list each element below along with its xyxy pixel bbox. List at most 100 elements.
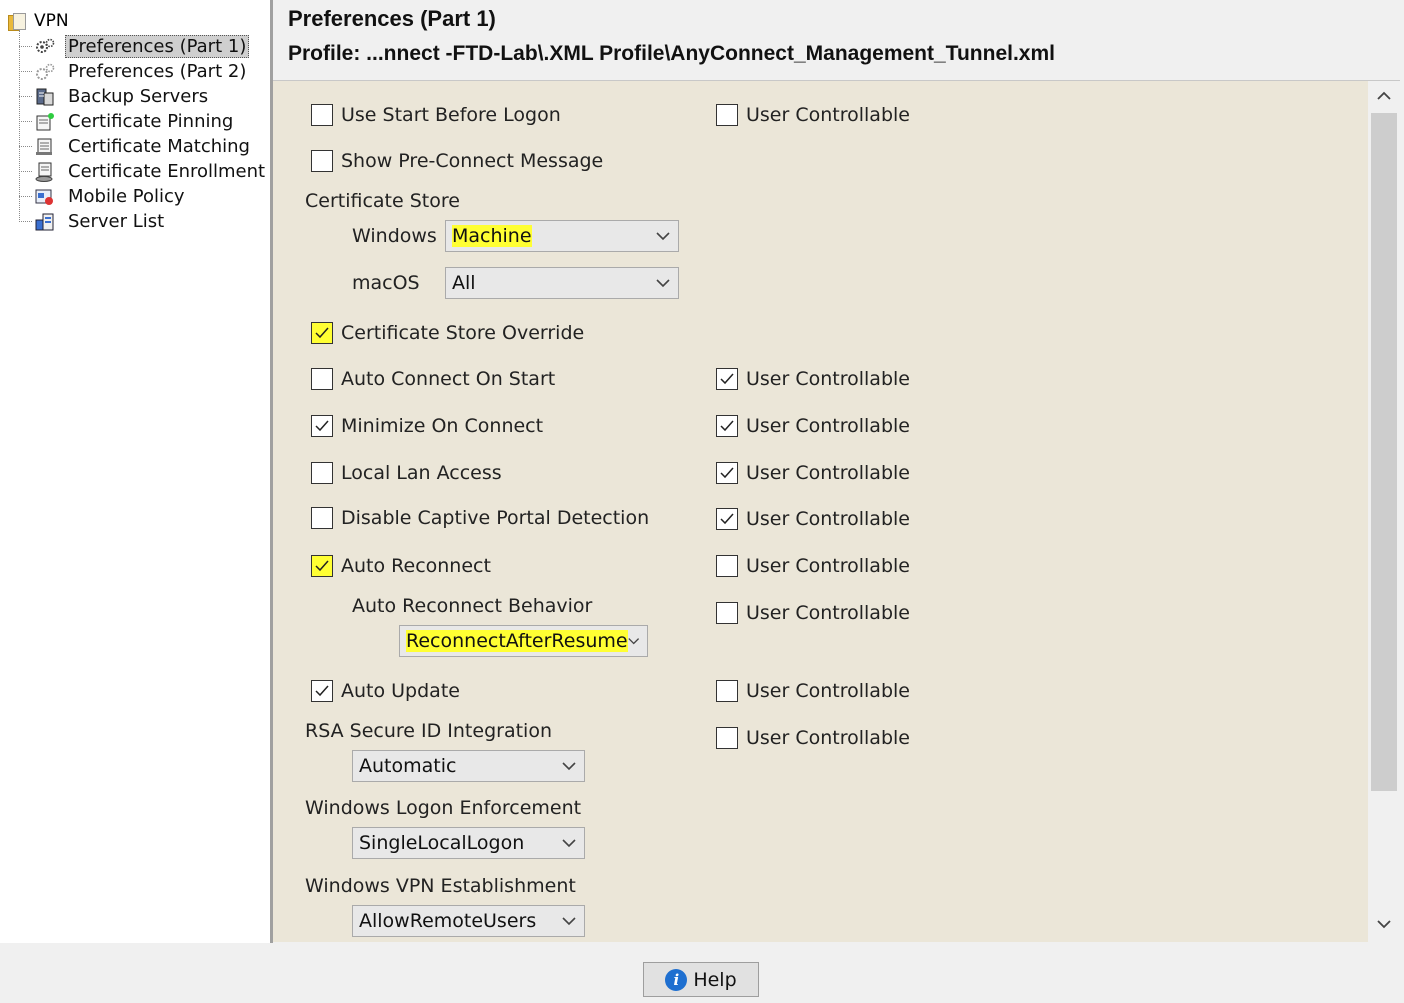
rsa-secure-id-select[interactable]: Automatic — [352, 750, 585, 782]
mobile-policy-icon — [34, 186, 56, 208]
page-header: Preferences (Part 1) Profile: ...nnect -… — [273, 0, 1400, 81]
windows-logon-enforcement-label: Windows Logon Enforcement — [305, 797, 582, 819]
auto-reconnect-label: Auto Reconnect — [341, 555, 491, 577]
use-start-before-logon-checkbox[interactable] — [311, 104, 333, 126]
chevron-down-icon — [562, 839, 576, 848]
certificate-store-override-label: Certificate Store Override — [341, 322, 585, 344]
uc-auto-reconnect-checkbox[interactable] — [716, 555, 738, 577]
chevron-down-icon — [562, 762, 576, 771]
disable-captive-portal-detection-label: Disable Captive Portal Detection — [341, 507, 650, 529]
local-lan-access-checkbox[interactable] — [311, 462, 333, 484]
scrollbar-thumb[interactable] — [1371, 113, 1397, 791]
preferences-panel: Use Start Before Logon Show Pre-Connect … — [273, 81, 1368, 942]
scroll-up-button[interactable] — [1368, 83, 1400, 109]
uc-minimize-on-connect-row[interactable]: User Controllable — [716, 413, 910, 439]
tree-item-backup-servers[interactable]: Backup Servers — [19, 84, 211, 109]
user-controllable-label: User Controllable — [746, 508, 910, 530]
local-lan-access-row[interactable]: Local Lan Access — [311, 460, 502, 486]
check-icon — [315, 685, 329, 697]
chevron-down-icon — [656, 232, 670, 241]
uc-auto-reconnect-behavior-row[interactable]: User Controllable — [716, 600, 910, 626]
uc-auto-connect-on-start-checkbox[interactable] — [716, 368, 738, 390]
folder-icon — [8, 13, 26, 31]
check-icon — [720, 420, 734, 432]
tree-item-label: Preferences (Part 1) — [65, 35, 250, 58]
certificate-store-override-row[interactable]: Certificate Store Override — [311, 320, 584, 346]
certificate-pin-icon — [34, 111, 56, 133]
auto-reconnect-behavior-value: ReconnectAfterResume — [406, 630, 628, 652]
show-pre-connect-message-row[interactable]: Show Pre-Connect Message — [311, 148, 603, 174]
profile-tree: VPN Preferences (Part 1) Preferences (Pa… — [0, 0, 270, 943]
uc-use-start-before-logon-checkbox[interactable] — [716, 104, 738, 126]
certificate-icon — [34, 136, 56, 158]
uc-auto-update-checkbox[interactable] — [716, 680, 738, 702]
user-controllable-label: User Controllable — [746, 680, 910, 702]
tree-item-preferences-part-1[interactable]: Preferences (Part 1) — [19, 34, 250, 59]
macos-store-value: All — [452, 272, 476, 294]
windows-vpn-establishment-select[interactable]: AllowRemoteUsers — [352, 905, 585, 937]
user-controllable-label: User Controllable — [746, 368, 910, 390]
uc-auto-reconnect-behavior-checkbox[interactable] — [716, 602, 738, 624]
gears-gray-icon — [34, 61, 56, 83]
windows-logon-enforcement-select[interactable]: SingleLocalLogon — [352, 827, 585, 859]
uc-auto-connect-on-start-row[interactable]: User Controllable — [716, 366, 910, 392]
auto-reconnect-behavior-select[interactable]: ReconnectAfterResume — [399, 625, 648, 657]
disable-captive-portal-detection-checkbox[interactable] — [311, 507, 333, 529]
uc-auto-reconnect-row[interactable]: User Controllable — [716, 553, 910, 579]
show-pre-connect-message-label: Show Pre-Connect Message — [341, 150, 604, 172]
use-start-before-logon-label: Use Start Before Logon — [341, 104, 561, 126]
auto-update-row[interactable]: Auto Update — [311, 678, 460, 704]
check-icon — [720, 373, 734, 385]
uc-local-lan-access-checkbox[interactable] — [716, 462, 738, 484]
show-pre-connect-message-checkbox[interactable] — [311, 150, 333, 172]
tree-item-label: Certificate Pinning — [68, 111, 234, 132]
certificate-store-override-checkbox[interactable] — [311, 322, 333, 344]
profile-path: Profile: ...nnect -FTD-Lab\.XML Profile\… — [288, 42, 1055, 65]
chevron-down-icon — [1377, 920, 1391, 929]
auto-reconnect-behavior-label: Auto Reconnect Behavior — [352, 595, 593, 617]
auto-connect-on-start-row[interactable]: Auto Connect On Start — [311, 366, 555, 392]
check-icon — [720, 513, 734, 525]
minimize-on-connect-row[interactable]: Minimize On Connect — [311, 413, 543, 439]
macos-store-label: macOS — [352, 272, 420, 294]
auto-reconnect-checkbox[interactable] — [311, 555, 333, 577]
auto-connect-on-start-checkbox[interactable] — [311, 368, 333, 390]
tree-item-mobile-policy[interactable]: Mobile Policy — [19, 184, 188, 209]
uc-auto-update-row[interactable]: User Controllable — [716, 678, 910, 704]
user-controllable-label: User Controllable — [746, 415, 910, 437]
info-icon: i — [665, 968, 688, 991]
help-button[interactable]: i Help — [643, 962, 759, 997]
disable-captive-portal-detection-row[interactable]: Disable Captive Portal Detection — [311, 505, 649, 531]
macos-store-select[interactable]: All — [445, 267, 679, 299]
tree-item-preferences-part-2[interactable]: Preferences (Part 2) — [19, 59, 249, 84]
uc-disable-captive-portal-detection-checkbox[interactable] — [716, 508, 738, 530]
tree-item-certificate-enrollment[interactable]: Certificate Enrollment — [19, 159, 268, 184]
auto-update-checkbox[interactable] — [311, 680, 333, 702]
auto-reconnect-row[interactable]: Auto Reconnect — [311, 553, 491, 579]
uc-rsa-secure-id-checkbox[interactable] — [716, 727, 738, 749]
local-lan-access-label: Local Lan Access — [341, 462, 502, 484]
uc-local-lan-access-row[interactable]: User Controllable — [716, 460, 910, 486]
user-controllable-label: User Controllable — [746, 602, 910, 624]
help-button-label: Help — [693, 968, 737, 991]
tree-item-server-list[interactable]: Server List — [19, 209, 167, 234]
uc-rsa-secure-id-row[interactable]: User Controllable — [716, 725, 910, 751]
minimize-on-connect-checkbox[interactable] — [311, 415, 333, 437]
check-icon — [315, 560, 329, 572]
tree-item-label: Mobile Policy — [68, 186, 185, 207]
tree-item-certificate-pinning[interactable]: Certificate Pinning — [19, 109, 236, 134]
uc-minimize-on-connect-checkbox[interactable] — [716, 415, 738, 437]
minimize-on-connect-label: Minimize On Connect — [341, 415, 544, 437]
vertical-scrollbar[interactable] — [1368, 81, 1400, 942]
footer-bar: i Help — [0, 943, 1404, 1003]
tree-item-certificate-matching[interactable]: Certificate Matching — [19, 134, 253, 159]
windows-logon-enforcement-value: SingleLocalLogon — [359, 832, 525, 854]
auto-update-label: Auto Update — [341, 680, 460, 702]
use-start-before-logon-row[interactable]: Use Start Before Logon — [311, 102, 561, 128]
uc-use-start-before-logon-row[interactable]: User Controllable — [716, 102, 910, 128]
tree-root-vpn[interactable]: VPN — [8, 10, 69, 32]
windows-store-select[interactable]: Machine — [445, 220, 679, 252]
scroll-down-button[interactable] — [1368, 911, 1400, 937]
chevron-down-icon — [562, 917, 576, 926]
uc-disable-captive-portal-detection-row[interactable]: User Controllable — [716, 506, 910, 532]
